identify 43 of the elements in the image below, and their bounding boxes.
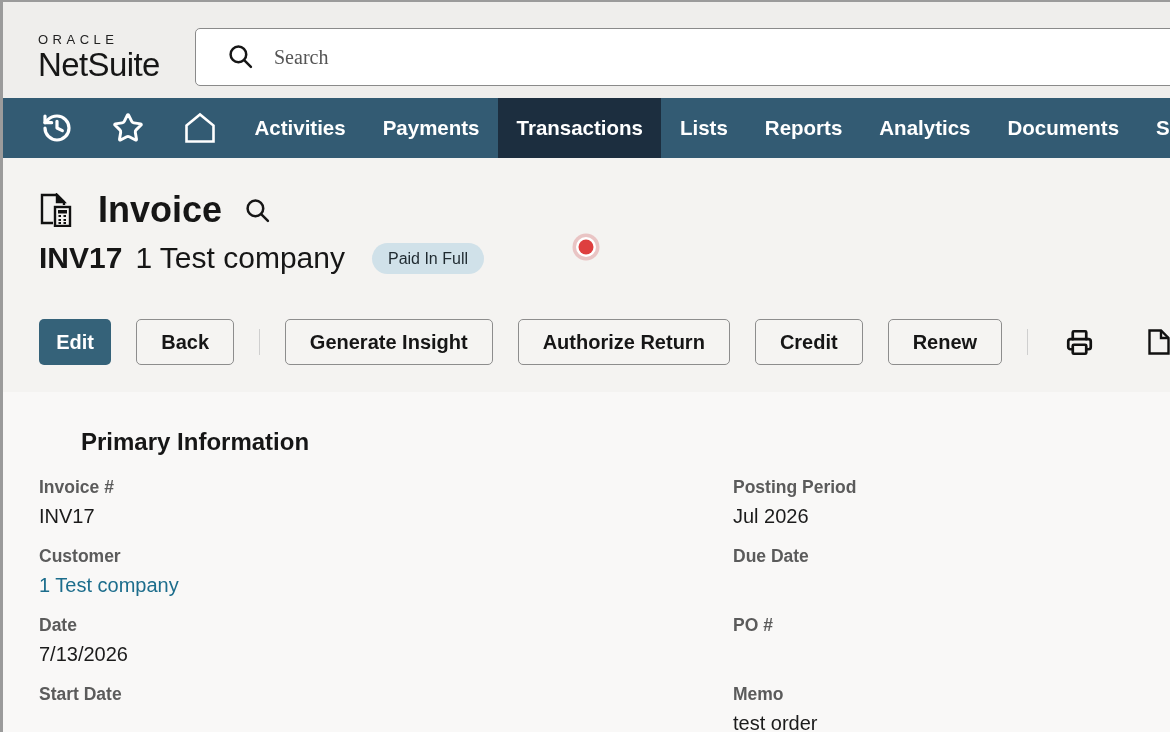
logo-brand-text: ORACLE [38, 33, 119, 47]
field-value: Jul 2026 [733, 504, 809, 529]
edit-button[interactable]: Edit [39, 319, 112, 365]
field-label: Invoice # [39, 476, 114, 498]
nav-tab[interactable]: Reports [746, 98, 861, 158]
cursor-dot-icon [572, 233, 600, 261]
logo-product-text: NetSuite [38, 47, 160, 83]
field-label: PO # [733, 614, 773, 636]
document-icon[interactable] [1148, 329, 1170, 355]
search-field[interactable]: Search [195, 28, 1170, 86]
nav-tab[interactable]: Payments [364, 98, 498, 158]
field-label: Customer [39, 545, 121, 567]
action-button[interactable]: Authorize Return [517, 319, 730, 365]
page-title: Invoice [98, 188, 223, 232]
field-value: INV17 [39, 504, 95, 529]
record-name: 1 Test company [135, 240, 345, 276]
customer-link[interactable]: 1 Test company [39, 572, 179, 598]
nav-tab[interactable]: Analytics [860, 98, 989, 158]
star-icon[interactable] [112, 112, 144, 144]
search-icon[interactable] [245, 197, 271, 223]
home-icon[interactable] [184, 112, 216, 144]
action-button[interactable]: Generate Insight [284, 319, 493, 365]
action-button[interactable]: Credit [754, 319, 863, 365]
field-value: 7/13/2026 [39, 642, 128, 667]
field-label: Date [39, 614, 77, 636]
action-button[interactable]: Back [136, 319, 234, 365]
nav-tab[interactable]: Documents [988, 98, 1138, 158]
nav-tab[interactable]: Lists [661, 98, 747, 158]
field-value: test order [733, 711, 818, 732]
field-label: Posting Period [733, 476, 857, 498]
search-icon[interactable] [228, 44, 253, 69]
status-badge: Paid In Full [371, 242, 484, 274]
record-number: INV17 [39, 240, 123, 276]
section-title: Primary Information [81, 427, 310, 456]
field-label: Due Date [733, 545, 809, 567]
history-icon[interactable] [41, 112, 73, 144]
nav-tab[interactable]: Transactions [498, 98, 662, 158]
field-label: Memo [733, 683, 784, 705]
invoice-document-icon [40, 193, 72, 227]
nav-tab[interactable]: Activities [236, 98, 365, 158]
print-icon[interactable] [1066, 328, 1093, 356]
nav-tab[interactable]: S [1137, 98, 1170, 158]
action-button[interactable]: Renew [887, 319, 1003, 365]
